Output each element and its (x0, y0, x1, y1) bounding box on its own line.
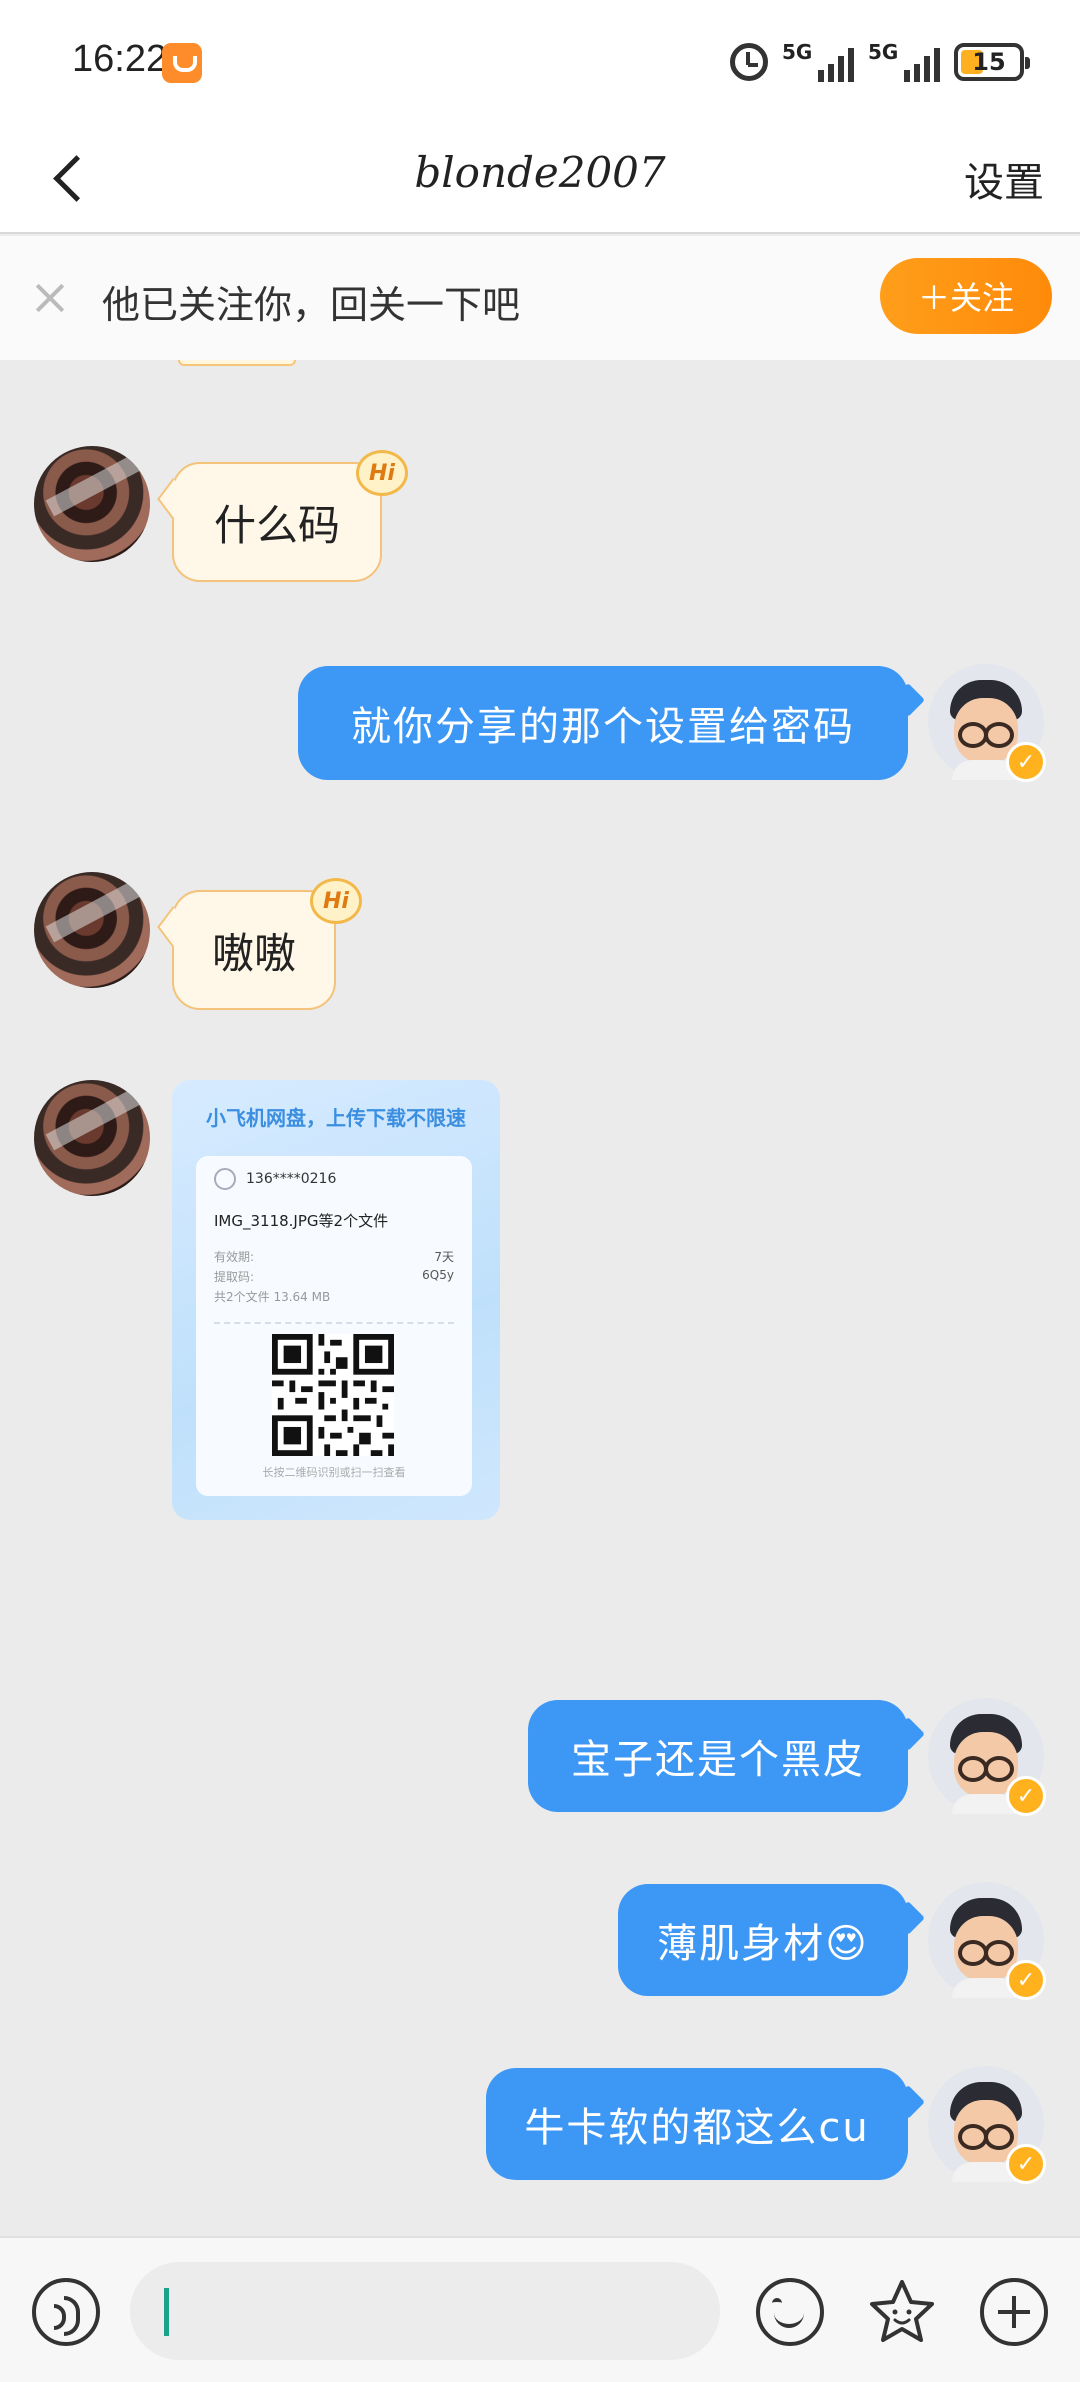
message-text: 就你分享的那个设置给密码 (351, 704, 855, 750)
battery-level: 15 (972, 48, 1006, 76)
validity-value: 7天 (434, 1250, 454, 1264)
settings-button[interactable]: 设置 (964, 150, 1044, 208)
chat-header: blonde2007 设置 (0, 126, 1080, 234)
message-text: 薄肌身材😍 (657, 1921, 869, 1967)
qr-code-image[interactable] (272, 1334, 394, 1456)
outgoing-message-bubble[interactable]: 就你分享的那个设置给密码 (298, 666, 908, 780)
share-divider (214, 1322, 454, 1324)
chat-title: blonde2007 (414, 148, 666, 197)
contact-avatar[interactable] (34, 1080, 150, 1196)
share-summary: 共2个文件 13.64 MB (214, 1290, 331, 1304)
battery-icon: 15 (954, 43, 1030, 81)
signal-icon-1: 5G (782, 40, 854, 82)
validity-label: 有效期: (214, 1250, 255, 1264)
sticker-icon[interactable] (866, 2276, 938, 2348)
input-bar (0, 2236, 1080, 2382)
code-value: 6Q5y (422, 1268, 454, 1282)
follow-button[interactable]: ＋关注 (880, 258, 1052, 334)
my-avatar[interactable]: ✓ (928, 1882, 1046, 2000)
status-time: 16:22 (72, 38, 168, 80)
share-validity-row: 有效期: 7天 (214, 1248, 454, 1265)
text-cursor (164, 2288, 169, 2336)
cloud-icon (214, 1168, 236, 1190)
emoji-icon[interactable] (756, 2278, 824, 2346)
close-icon[interactable] (30, 278, 70, 318)
shared-file-card[interactable]: 小飞机网盘，上传下载不限速 136****0216 IMG_3118.JPG等2… (172, 1080, 500, 1520)
message-text: 宝子还是个黑皮 (571, 1737, 865, 1783)
message-list[interactable]: 什么码 Hi 就你分享的那个设置给密码 ✓ 嗷嗷 Hi 小飞机网盘，上传下载不限… (0, 360, 1080, 2235)
share-owner-row: 136****0216 (214, 1168, 336, 1190)
incoming-message-bubble[interactable]: 嗷嗷 Hi (172, 878, 362, 1010)
message-text: 牛卡软的都这么cu (524, 2105, 870, 2151)
hi-badge: Hi (310, 878, 362, 924)
contact-avatar[interactable] (34, 872, 150, 988)
message-input[interactable] (130, 2262, 720, 2360)
share-card-title: 小飞机网盘，上传下载不限速 (206, 1106, 466, 1130)
incoming-message-bubble[interactable]: 什么码 Hi (172, 450, 408, 582)
message-text: 什么码 (213, 500, 340, 550)
contact-avatar[interactable] (34, 446, 150, 562)
share-card-body: 136****0216 IMG_3118.JPG等2个文件 有效期: 7天 提取… (196, 1156, 472, 1496)
outgoing-message-bubble[interactable]: 宝子还是个黑皮 (528, 1700, 908, 1812)
vip-badge-icon: ✓ (1006, 2144, 1046, 2184)
share-caption: 长按二维码识别或扫一扫查看 (262, 1466, 406, 1479)
vip-badge-icon: ✓ (1006, 1776, 1046, 1816)
code-label: 提取码: (214, 1270, 255, 1284)
status-bar: 16:22 5G 5G 15 (0, 0, 1080, 126)
follow-banner: 他已关注你，回关一下吧 ＋关注 (0, 236, 1080, 360)
share-code-row: 提取码: 6Q5y (214, 1268, 454, 1285)
app-notification-icon (162, 43, 202, 83)
vip-badge-icon: ✓ (1006, 1960, 1046, 2000)
my-avatar[interactable]: ✓ (928, 1698, 1046, 1816)
signal-label-2: 5G (868, 40, 899, 64)
signal-icon-2: 5G (868, 40, 940, 82)
outgoing-message-bubble[interactable]: 薄肌身材😍 (618, 1884, 908, 1996)
hi-badge: Hi (356, 450, 408, 496)
my-avatar[interactable]: ✓ (928, 664, 1046, 782)
partial-message-bubble (178, 360, 296, 366)
outgoing-message-bubble[interactable]: 牛卡软的都这么cu (486, 2068, 908, 2180)
signal-label-1: 5G (782, 40, 813, 64)
share-summary-row: 共2个文件 13.64 MB (214, 1288, 454, 1305)
vip-badge-icon: ✓ (1006, 742, 1046, 782)
my-avatar[interactable]: ✓ (928, 2066, 1046, 2184)
share-filename: IMG_3118.JPG等2个文件 (214, 1212, 389, 1230)
status-indicators: 5G 5G 15 (730, 38, 1030, 86)
voice-icon[interactable] (32, 2278, 100, 2346)
follow-prompt-text: 他已关注你，回关一下吧 (102, 283, 521, 327)
message-text: 嗷嗷 (211, 928, 296, 978)
share-owner-phone: 136****0216 (246, 1171, 337, 1187)
alarm-icon (730, 43, 768, 81)
plus-icon[interactable] (980, 2278, 1048, 2346)
